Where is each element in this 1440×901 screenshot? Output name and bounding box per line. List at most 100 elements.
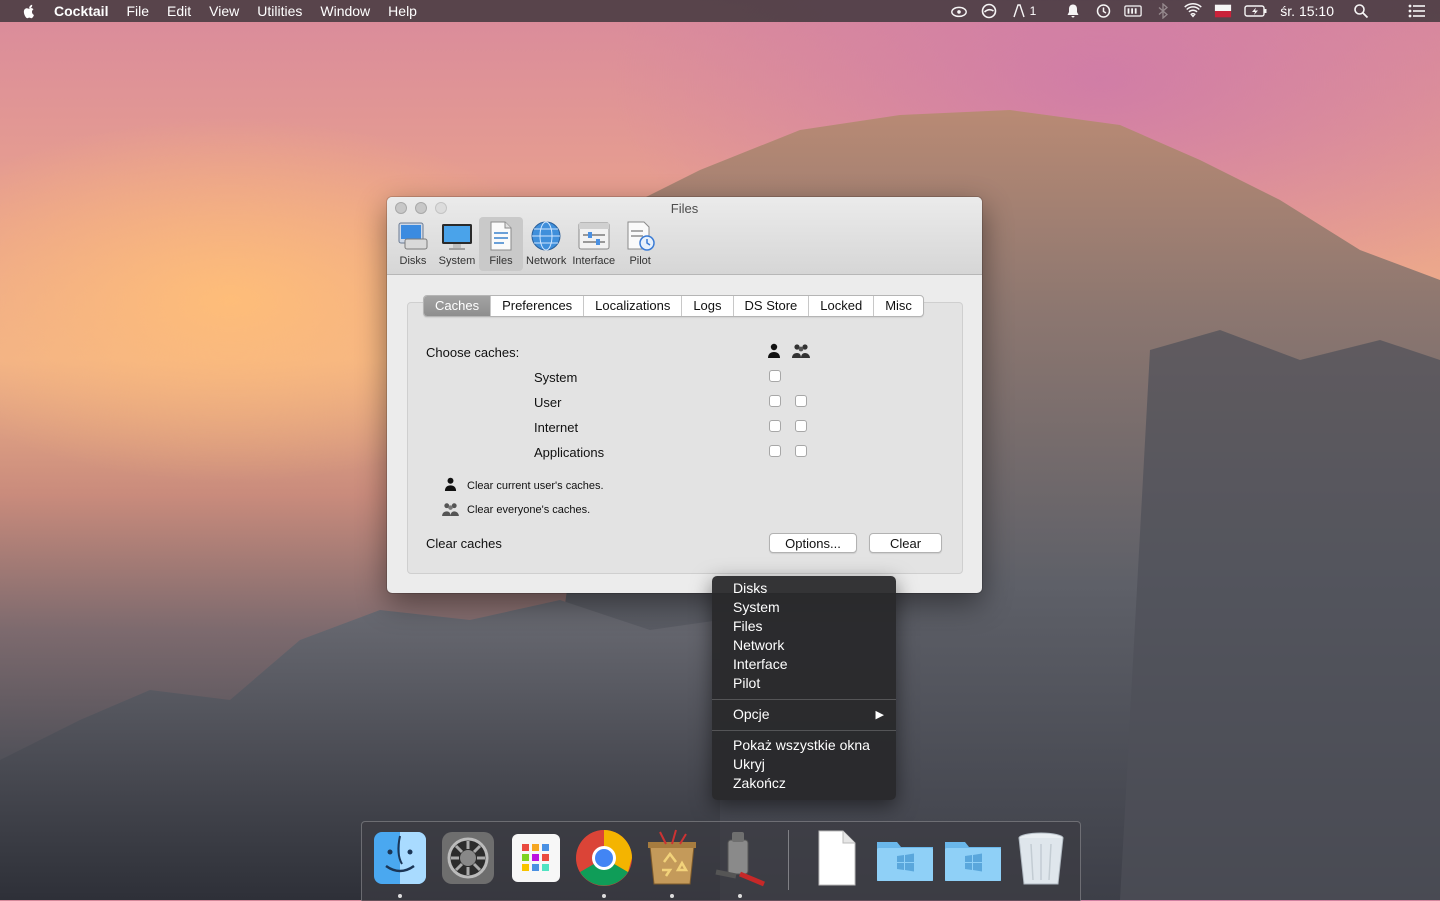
battery-meter-icon[interactable] <box>1124 3 1143 19</box>
menu-file[interactable]: File <box>126 0 149 22</box>
legend-everyone-text: Clear everyone's caches. <box>467 504 591 516</box>
ctx-quit[interactable]: Zakończ <box>733 774 786 793</box>
menu-utilities[interactable]: Utilities <box>257 0 302 22</box>
tab-caches[interactable]: Caches <box>424 296 492 316</box>
trash-icon[interactable] <box>1011 828 1071 888</box>
pilot-icon <box>627 221 655 251</box>
group-users-legend-icon <box>442 503 459 516</box>
menu-view[interactable]: View <box>209 0 239 22</box>
cache-row-applications-label: Applications <box>534 445 605 460</box>
user-user-checkbox[interactable] <box>769 395 781 407</box>
dock <box>361 821 1081 901</box>
finder-running-dot <box>398 894 402 898</box>
legend-user-text: Clear current user's caches. <box>467 480 604 492</box>
toolbar-system-label: System <box>438 255 476 267</box>
ctx-separator-1 <box>712 699 896 700</box>
tab-preferences[interactable]: Preferences <box>491 296 585 316</box>
internet-user-checkbox[interactable] <box>769 420 781 432</box>
bluetooth-icon[interactable] <box>1154 3 1172 19</box>
single-user-icon <box>768 343 780 358</box>
no-sign-icon[interactable] <box>980 3 998 19</box>
window-title: Files <box>670 201 699 216</box>
notification-center-icon[interactable] <box>1408 3 1426 19</box>
bell-icon[interactable] <box>1064 3 1082 19</box>
ctx-interface[interactable]: Interface <box>733 655 787 674</box>
choose-caches-label: Choose caches: <box>426 345 520 360</box>
globe-icon <box>531 221 561 251</box>
spotlight-search-icon[interactable] <box>1352 3 1370 19</box>
toolbar-system[interactable]: System <box>435 217 479 271</box>
applications-user-checkbox[interactable] <box>769 445 781 457</box>
ctx-disks[interactable]: Disks <box>733 579 767 598</box>
toolbar-interface-label: Interface <box>572 255 616 267</box>
finder-icon[interactable] <box>370 828 430 888</box>
notification-count-icon[interactable] <box>1010 3 1028 19</box>
options-button[interactable]: Options... <box>769 533 857 553</box>
toolbar-pilot[interactable]: Pilot <box>618 217 662 271</box>
launchpad-icon[interactable] <box>506 828 566 888</box>
tab-bar: Caches Preferences Localizations Logs DS… <box>423 295 924 317</box>
files-icon <box>490 221 512 251</box>
system-user-checkbox[interactable] <box>769 370 781 382</box>
cocktail-icon[interactable] <box>710 828 770 888</box>
tab-logs[interactable]: Logs <box>682 296 734 316</box>
toolbar-files[interactable]: Files <box>479 217 523 271</box>
applications-everyone-checkbox[interactable] <box>795 445 807 457</box>
document-icon[interactable] <box>807 828 867 888</box>
cloud-icon[interactable] <box>950 3 968 19</box>
cache-row-internet-label: Internet <box>534 420 579 435</box>
dock-separator <box>788 830 789 890</box>
disks-icon <box>398 222 428 250</box>
ctx-pilot[interactable]: Pilot <box>733 674 760 693</box>
single-user-legend-icon <box>444 477 457 491</box>
clock[interactable]: śr. 15:10 <box>1280 3 1334 19</box>
cleaner-running-dot <box>670 894 674 898</box>
ctx-files[interactable]: Files <box>733 617 763 636</box>
menu-app-name[interactable]: Cocktail <box>54 0 108 22</box>
tab-locked[interactable]: Locked <box>809 296 875 316</box>
cocktail-window: Files Disks System Files Network Interfa… <box>387 197 982 593</box>
submenu-arrow-icon: ▶ <box>875 709 884 721</box>
cleaner-icon[interactable] <box>642 828 702 888</box>
tab-ds-store[interactable]: DS Store <box>734 296 810 316</box>
toolbar-disks-label: Disks <box>399 255 427 267</box>
toolbar-network-label: Network <box>526 255 567 267</box>
toolbar-interface[interactable]: Interface <box>569 217 618 271</box>
cache-row-user-label: User <box>534 395 562 410</box>
wifi-icon[interactable] <box>1184 3 1203 19</box>
chrome-icon[interactable] <box>574 828 634 888</box>
flag-pro-icon[interactable] <box>1214 3 1232 19</box>
chrome-running-dot <box>602 894 606 898</box>
toolbar: Disks System Files Network Interface Pil… <box>391 217 662 271</box>
menu-window[interactable]: Window <box>320 0 370 22</box>
ctx-options-submenu[interactable]: Opcje <box>733 705 883 724</box>
user-everyone-checkbox[interactable] <box>795 395 807 407</box>
clear-button[interactable]: Clear <box>869 533 942 553</box>
ctx-network[interactable]: Network <box>733 636 784 655</box>
internet-everyone-checkbox[interactable] <box>795 420 807 432</box>
windows-folder-icon-2[interactable] <box>943 828 1003 888</box>
group-users-icon <box>792 344 810 358</box>
tab-localizations[interactable]: Localizations <box>584 296 683 316</box>
ctx-show-all-windows[interactable]: Pokaż wszystkie okna <box>733 736 870 755</box>
menu-help[interactable]: Help <box>388 0 417 22</box>
toolbar-files-label: Files <box>489 255 513 267</box>
windows-folder-icon[interactable] <box>875 828 935 888</box>
time-machine-icon[interactable] <box>1094 3 1112 19</box>
battery-icon[interactable] <box>1244 3 1268 19</box>
ctx-options-label: Opcje <box>733 706 770 722</box>
notification-count: 1 <box>1029 4 1037 18</box>
menu-bar: Cocktail File Edit View Utilities Window… <box>0 0 1440 22</box>
cache-row-system-label: System <box>534 370 578 385</box>
ctx-system[interactable]: System <box>733 598 780 617</box>
toolbar-network[interactable]: Network <box>523 217 569 271</box>
toolbar-disks[interactable]: Disks <box>391 217 435 271</box>
ctx-hide[interactable]: Ukryj <box>733 755 765 774</box>
dock-context-menu: Disks System Files Network Interface Pil… <box>712 576 896 800</box>
apple-icon[interactable] <box>20 2 38 20</box>
system-preferences-icon[interactable] <box>438 828 498 888</box>
menu-edit[interactable]: Edit <box>167 0 191 22</box>
tab-misc[interactable]: Misc <box>874 296 923 316</box>
clear-caches-label: Clear caches <box>426 536 502 551</box>
ctx-separator-2 <box>712 730 896 731</box>
